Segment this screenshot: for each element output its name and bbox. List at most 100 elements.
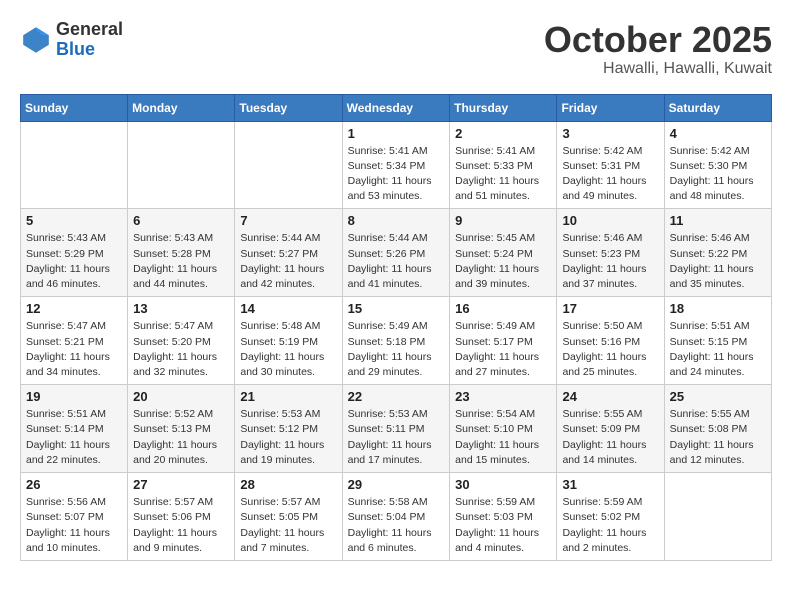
calendar-cell: 6 Sunrise: 5:43 AM Sunset: 5:28 PM Daylig… [128, 209, 235, 297]
calendar-cell: 26 Sunrise: 5:56 AM Sunset: 5:07 PM Dayli… [21, 473, 128, 561]
day-info: Sunrise: 5:45 AM Sunset: 5:24 PM Dayligh… [455, 231, 551, 292]
day-info: Sunrise: 5:47 AM Sunset: 5:21 PM Dayligh… [26, 319, 122, 380]
calendar-cell: 11 Sunrise: 5:46 AM Sunset: 5:22 PM Dayli… [664, 209, 771, 297]
calendar-cell: 2 Sunrise: 5:41 AM Sunset: 5:33 PM Daylig… [450, 121, 557, 209]
day-info: Sunrise: 5:51 AM Sunset: 5:15 PM Dayligh… [670, 319, 766, 380]
day-number: 28 [240, 477, 336, 492]
calendar-cell: 24 Sunrise: 5:55 AM Sunset: 5:09 PM Dayli… [557, 385, 664, 473]
page-header: General Blue October 2025 Hawalli, Hawal… [20, 20, 772, 78]
calendar-week-row: 1 Sunrise: 5:41 AM Sunset: 5:34 PM Daylig… [21, 121, 772, 209]
calendar-cell: 18Sunrise: 5:51 AM Sunset: 5:15 PM Dayli… [664, 297, 771, 385]
day-number: 10 [562, 213, 658, 228]
day-info: Sunrise: 5:53 AM Sunset: 5:11 PM Dayligh… [348, 407, 445, 468]
day-number: 20 [133, 389, 229, 404]
month-title: October 2025 [544, 20, 772, 60]
logo-text: General Blue [56, 20, 123, 60]
weekday-header: Friday [557, 94, 664, 121]
day-info: Sunrise: 5:46 AM Sunset: 5:23 PM Dayligh… [562, 231, 658, 292]
day-info: Sunrise: 5:41 AM Sunset: 5:34 PM Dayligh… [348, 144, 445, 205]
day-info: Sunrise: 5:51 AM Sunset: 5:14 PM Dayligh… [26, 407, 122, 468]
day-info: Sunrise: 5:59 AM Sunset: 5:03 PM Dayligh… [455, 495, 551, 556]
day-info: Sunrise: 5:49 AM Sunset: 5:17 PM Dayligh… [455, 319, 551, 380]
day-info: Sunrise: 5:55 AM Sunset: 5:09 PM Dayligh… [562, 407, 658, 468]
day-number: 11 [670, 213, 766, 228]
day-info: Sunrise: 5:58 AM Sunset: 5:04 PM Dayligh… [348, 495, 445, 556]
title-area: October 2025 Hawalli, Hawalli, Kuwait [544, 20, 772, 78]
day-number: 14 [240, 301, 336, 316]
calendar-cell: 20Sunrise: 5:52 AM Sunset: 5:13 PM Dayli… [128, 385, 235, 473]
day-info: Sunrise: 5:53 AM Sunset: 5:12 PM Dayligh… [240, 407, 336, 468]
day-number: 30 [455, 477, 551, 492]
calendar-cell [664, 473, 771, 561]
calendar-cell [128, 121, 235, 209]
day-info: Sunrise: 5:54 AM Sunset: 5:10 PM Dayligh… [455, 407, 551, 468]
calendar-cell: 21 Sunrise: 5:53 AM Sunset: 5:12 PM Dayli… [235, 385, 342, 473]
calendar-cell [21, 121, 128, 209]
weekday-header: Sunday [21, 94, 128, 121]
logo-icon [20, 24, 52, 56]
calendar-cell: 9 Sunrise: 5:45 AM Sunset: 5:24 PM Daylig… [450, 209, 557, 297]
day-info: Sunrise: 5:42 AM Sunset: 5:31 PM Dayligh… [562, 144, 658, 205]
calendar-cell: 8 Sunrise: 5:44 AM Sunset: 5:26 PM Daylig… [342, 209, 450, 297]
day-number: 24 [562, 389, 658, 404]
day-number: 6 [133, 213, 229, 228]
calendar-cell: 14 Sunrise: 5:48 AM Sunset: 5:19 PM Dayli… [235, 297, 342, 385]
calendar-cell: 15 Sunrise: 5:49 AM Sunset: 5:18 PM Dayli… [342, 297, 450, 385]
calendar-week-row: 5 Sunrise: 5:43 AM Sunset: 5:29 PM Daylig… [21, 209, 772, 297]
day-number: 4 [670, 126, 766, 141]
day-number: 7 [240, 213, 336, 228]
day-info: Sunrise: 5:49 AM Sunset: 5:18 PM Dayligh… [348, 319, 445, 380]
day-number: 3 [562, 126, 658, 141]
weekday-header: Wednesday [342, 94, 450, 121]
day-number: 5 [26, 213, 122, 228]
calendar-cell: 25Sunrise: 5:55 AM Sunset: 5:08 PM Dayli… [664, 385, 771, 473]
calendar-week-row: 19 Sunrise: 5:51 AM Sunset: 5:14 PM Dayli… [21, 385, 772, 473]
calendar-cell: 28Sunrise: 5:57 AM Sunset: 5:05 PM Dayli… [235, 473, 342, 561]
day-info: Sunrise: 5:42 AM Sunset: 5:30 PM Dayligh… [670, 144, 766, 205]
day-number: 9 [455, 213, 551, 228]
calendar-cell: 4 Sunrise: 5:42 AM Sunset: 5:30 PM Daylig… [664, 121, 771, 209]
day-info: Sunrise: 5:41 AM Sunset: 5:33 PM Dayligh… [455, 144, 551, 205]
calendar-table: SundayMondayTuesdayWednesdayThursdayFrid… [20, 94, 772, 561]
calendar-cell: 12Sunrise: 5:47 AM Sunset: 5:21 PM Dayli… [21, 297, 128, 385]
weekday-header: Thursday [450, 94, 557, 121]
day-number: 22 [348, 389, 445, 404]
day-info: Sunrise: 5:43 AM Sunset: 5:29 PM Dayligh… [26, 231, 122, 292]
day-number: 8 [348, 213, 445, 228]
day-number: 26 [26, 477, 122, 492]
day-number: 19 [26, 389, 122, 404]
day-number: 13 [133, 301, 229, 316]
day-info: Sunrise: 5:44 AM Sunset: 5:26 PM Dayligh… [348, 231, 445, 292]
weekday-header: Saturday [664, 94, 771, 121]
day-number: 2 [455, 126, 551, 141]
day-number: 15 [348, 301, 445, 316]
calendar-cell: 19 Sunrise: 5:51 AM Sunset: 5:14 PM Dayli… [21, 385, 128, 473]
location: Hawalli, Hawalli, Kuwait [544, 60, 772, 78]
calendar-cell: 22 Sunrise: 5:53 AM Sunset: 5:11 PM Dayli… [342, 385, 450, 473]
calendar-cell: 31Sunrise: 5:59 AM Sunset: 5:02 PM Dayli… [557, 473, 664, 561]
day-number: 23 [455, 389, 551, 404]
day-number: 16 [455, 301, 551, 316]
calendar-week-row: 26 Sunrise: 5:56 AM Sunset: 5:07 PM Dayli… [21, 473, 772, 561]
day-info: Sunrise: 5:48 AM Sunset: 5:19 PM Dayligh… [240, 319, 336, 380]
calendar-cell: 3 Sunrise: 5:42 AM Sunset: 5:31 PM Daylig… [557, 121, 664, 209]
calendar-week-row: 12Sunrise: 5:47 AM Sunset: 5:21 PM Dayli… [21, 297, 772, 385]
calendar-cell: 7 Sunrise: 5:44 AM Sunset: 5:27 PM Daylig… [235, 209, 342, 297]
day-number: 27 [133, 477, 229, 492]
calendar-cell [235, 121, 342, 209]
day-info: Sunrise: 5:43 AM Sunset: 5:28 PM Dayligh… [133, 231, 229, 292]
day-number: 21 [240, 389, 336, 404]
day-number: 1 [348, 126, 445, 141]
day-number: 25 [670, 389, 766, 404]
calendar-cell: 1 Sunrise: 5:41 AM Sunset: 5:34 PM Daylig… [342, 121, 450, 209]
weekday-header: Tuesday [235, 94, 342, 121]
day-info: Sunrise: 5:46 AM Sunset: 5:22 PM Dayligh… [670, 231, 766, 292]
day-number: 31 [562, 477, 658, 492]
day-info: Sunrise: 5:56 AM Sunset: 5:07 PM Dayligh… [26, 495, 122, 556]
weekday-header: Monday [128, 94, 235, 121]
day-info: Sunrise: 5:47 AM Sunset: 5:20 PM Dayligh… [133, 319, 229, 380]
calendar-cell: 10 Sunrise: 5:46 AM Sunset: 5:23 PM Dayli… [557, 209, 664, 297]
day-info: Sunrise: 5:57 AM Sunset: 5:06 PM Dayligh… [133, 495, 229, 556]
calendar-header-row: SundayMondayTuesdayWednesdayThursdayFrid… [21, 94, 772, 121]
day-info: Sunrise: 5:44 AM Sunset: 5:27 PM Dayligh… [240, 231, 336, 292]
